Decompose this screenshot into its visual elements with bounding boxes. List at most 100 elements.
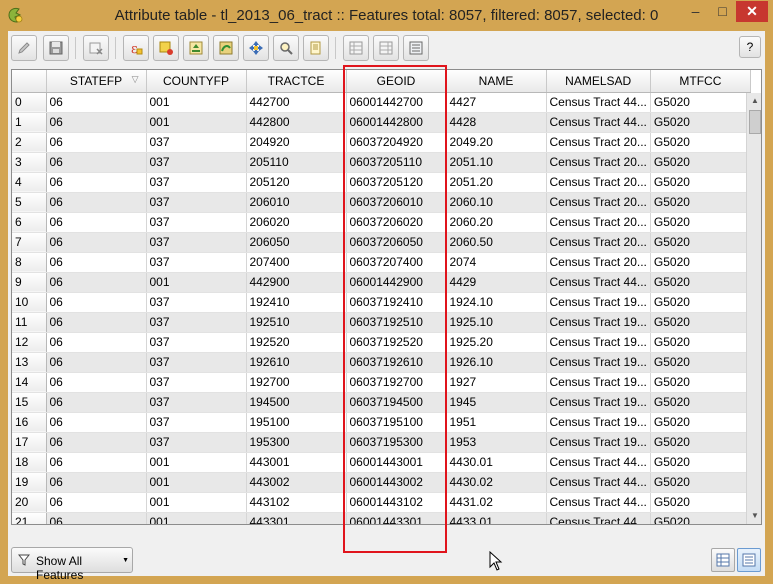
cell-tractce[interactable]: 195100 [246,412,347,433]
cell-namelsad[interactable]: Census Tract 44... [546,272,651,293]
cell-statefp[interactable]: 06 [46,472,147,493]
cell-namelsad[interactable]: Census Tract 44... [546,92,651,113]
cell-namelsad[interactable]: Census Tract 19... [546,412,651,433]
cell-statefp[interactable]: 06 [46,92,147,113]
cell-namelsad[interactable]: Census Tract 19... [546,432,651,453]
table-row[interactable]: 18 06 001 443001 06001443001 4430.01 Census Tr… [12,452,751,473]
row-number[interactable]: 8 [12,252,47,273]
cell-mtfcc[interactable]: G5020 [650,192,751,213]
cell-statefp[interactable]: 06 [46,192,147,213]
cell-name[interactable]: 4431.02 [446,492,547,513]
horizontal-scrollbar[interactable]: ◀ ▶ [12,524,746,525]
cell-countyfp[interactable]: 001 [146,92,247,113]
cell-name[interactable]: 1924.10 [446,292,547,313]
zoom-to-selected-button[interactable] [273,35,299,61]
row-number[interactable]: 3 [12,152,47,173]
cell-namelsad[interactable]: Census Tract 44... [546,472,651,493]
cell-statefp[interactable]: 06 [46,432,147,453]
delete-selected-button[interactable] [83,35,109,61]
cell-countyfp[interactable]: 037 [146,352,247,373]
table-row[interactable]: 8 06 037 207400 06037207400 2074 Census Tract … [12,252,751,273]
help-button[interactable]: ? [739,36,761,58]
form-view-button[interactable] [737,548,761,572]
cell-tractce[interactable]: 192510 [246,312,347,333]
table-row[interactable]: 19 06 001 443002 06001443002 4430.02 Census Tr… [12,472,751,493]
cell-name[interactable]: 1925.20 [446,332,547,353]
cell-tractce[interactable]: 442700 [246,92,347,113]
cell-countyfp[interactable]: 037 [146,312,247,333]
cell-mtfcc[interactable]: G5020 [650,132,751,153]
cell-countyfp[interactable]: 037 [146,412,247,433]
invert-selection-button[interactable] [213,35,239,61]
row-number[interactable]: 15 [12,392,47,413]
cell-name[interactable]: 1945 [446,392,547,413]
cell-geoid[interactable]: 06037207400 [346,252,447,273]
cell-tractce[interactable]: 206010 [246,192,347,213]
cell-tractce[interactable]: 205120 [246,172,347,193]
row-number[interactable]: 9 [12,272,47,293]
cell-name[interactable]: 1951 [446,412,547,433]
attribute-table[interactable]: STATEFP ▽ COUNTYFP TRACTCE GEOID NAME NAM… [11,69,762,525]
cell-tractce[interactable]: 194500 [246,392,347,413]
table-row[interactable]: 20 06 001 443102 06001443102 4431.02 Census Tr… [12,492,751,513]
table-row[interactable]: 12 06 037 192520 06037192520 1925.20 Census Tr… [12,332,751,353]
table-row[interactable]: 2 06 037 204920 06037204920 2049.20 Census Tra… [12,132,751,153]
cell-countyfp[interactable]: 001 [146,492,247,513]
cell-namelsad[interactable]: Census Tract 44... [546,112,651,133]
cell-mtfcc[interactable]: G5020 [650,92,751,113]
cell-countyfp[interactable]: 037 [146,172,247,193]
minimize-button[interactable]: – [682,1,709,22]
cell-tractce[interactable]: 205110 [246,152,347,173]
table-row[interactable]: 13 06 037 192610 06037192610 1926.10 Census Tr… [12,352,751,373]
cell-mtfcc[interactable]: G5020 [650,412,751,433]
cell-mtfcc[interactable]: G5020 [650,312,751,333]
row-number[interactable]: 19 [12,472,47,493]
row-number[interactable]: 2 [12,132,47,153]
cell-countyfp[interactable]: 001 [146,452,247,473]
toggle-editing-button[interactable] [11,35,37,61]
row-number[interactable]: 5 [12,192,47,213]
cell-tractce[interactable]: 192410 [246,292,347,313]
scroll-up-icon[interactable]: ▲ [747,93,761,109]
cell-statefp[interactable]: 06 [46,112,147,133]
cell-tractce[interactable]: 206050 [246,232,347,253]
cell-mtfcc[interactable]: G5020 [650,112,751,133]
cell-namelsad[interactable]: Census Tract 19... [546,332,651,353]
cell-name[interactable]: 4430.02 [446,472,547,493]
cell-namelsad[interactable]: Census Tract 20... [546,232,651,253]
cell-statefp[interactable]: 06 [46,152,147,173]
cell-mtfcc[interactable]: G5020 [650,432,751,453]
cell-namelsad[interactable]: Census Tract 19... [546,292,651,313]
cell-name[interactable]: 2060.20 [446,212,547,233]
cell-countyfp[interactable]: 037 [146,192,247,213]
vertical-scroll-thumb[interactable] [749,110,761,134]
cell-statefp[interactable]: 06 [46,392,147,413]
table-row[interactable]: 9 06 001 442900 06001442900 4429 Census Tract … [12,272,751,293]
cell-statefp[interactable]: 06 [46,272,147,293]
cell-geoid[interactable]: 06037204920 [346,132,447,153]
cell-countyfp[interactable]: 001 [146,112,247,133]
cell-geoid[interactable]: 06001442800 [346,112,447,133]
cell-countyfp[interactable]: 037 [146,292,247,313]
cell-name[interactable]: 4428 [446,112,547,133]
table-row[interactable]: 15 06 037 194500 06037194500 1945 Census Tract… [12,392,751,413]
row-number[interactable]: 12 [12,332,47,353]
cell-mtfcc[interactable]: G5020 [650,212,751,233]
row-number[interactable]: 0 [12,92,47,113]
cell-namelsad[interactable]: Census Tract 20... [546,252,651,273]
cell-mtfcc[interactable]: G5020 [650,152,751,173]
table-row[interactable]: 17 06 037 195300 06037195300 1953 Census Tract… [12,432,751,453]
maximize-button[interactable]: □ [709,1,736,22]
cell-geoid[interactable]: 06001442900 [346,272,447,293]
close-button[interactable]: ✕ [736,1,768,22]
cell-mtfcc[interactable]: G5020 [650,292,751,313]
cell-namelsad[interactable]: Census Tract 19... [546,392,651,413]
row-number[interactable]: 11 [12,312,47,333]
cell-tractce[interactable]: 206020 [246,212,347,233]
column-header-statefp[interactable]: STATEFP ▽ [46,70,147,93]
vertical-scrollbar[interactable]: ▲ ▼ [746,93,761,524]
cell-namelsad[interactable]: Census Tract 20... [546,132,651,153]
cell-name[interactable]: 2051.20 [446,172,547,193]
cell-namelsad[interactable]: Census Tract 20... [546,172,651,193]
cell-mtfcc[interactable]: G5020 [650,492,751,513]
